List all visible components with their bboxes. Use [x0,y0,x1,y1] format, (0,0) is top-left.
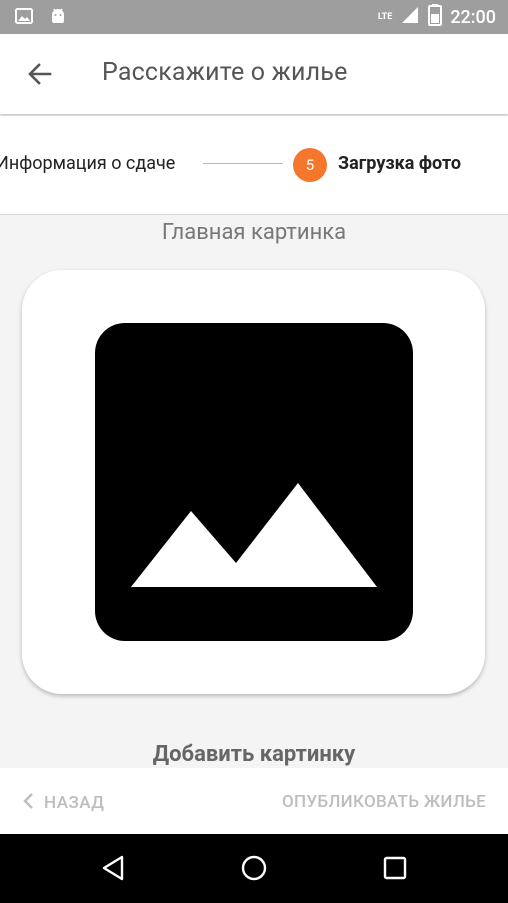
main-image-card[interactable] [22,270,485,694]
image-icon [14,6,34,30]
lte-label: LTE [377,12,393,22]
step-number-badge: 5 [293,148,327,182]
battery-icon [428,4,443,30]
publish-button[interactable]: ОПУБЛИКОВАТЬ ЖИЛЬЕ [282,792,486,812]
back-button-label: НАЗАД [44,793,105,813]
status-bar: LTE 22:00 [0,0,508,34]
step-current-label: Загрузка фото [338,153,462,174]
step-connector [203,163,283,164]
system-nav-bar [0,834,508,903]
recents-square-icon[interactable] [382,854,408,886]
app-bar: Расскажите о жилье [0,34,508,114]
android-icon [48,6,68,30]
image-icon [95,323,413,641]
stepper: Информация о сдаче 5 Загрузка фото [0,116,508,215]
chevron-left-icon [22,792,34,814]
back-triangle-icon[interactable] [100,854,126,886]
add-image-button[interactable]: Добавить картинку [0,742,508,768]
back-button[interactable]: НАЗАД [22,792,104,814]
section-title: Главная картинка [161,220,347,245]
signal-icon [400,5,420,29]
arrow-back-icon[interactable] [22,58,56,92]
home-circle-icon[interactable] [240,854,268,886]
page-title: Расскажите о жилье [102,58,348,87]
status-time: 22:00 [450,6,496,28]
bottom-action-bar: НАЗАД ОПУБЛИКОВАТЬ ЖИЛЬЕ [0,768,508,834]
step-previous-label[interactable]: Информация о сдаче [0,153,175,174]
